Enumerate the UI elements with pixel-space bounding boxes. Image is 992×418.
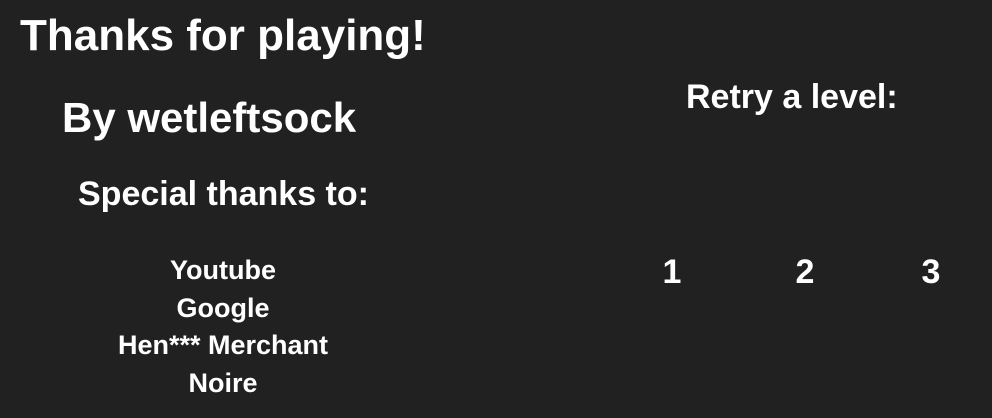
- special-thanks-list: Youtube Google Hen*** Merchant Noire: [82, 252, 364, 402]
- level-1-button[interactable]: 1: [652, 251, 692, 293]
- credit-name-merchant: Hen*** Merchant: [117, 330, 329, 360]
- special-thanks-heading: Special thanks to:: [78, 175, 369, 213]
- credit-name-google: Google: [176, 292, 270, 323]
- credit-name-noire: Noire: [188, 367, 258, 398]
- retry-level-heading: Retry a level:: [686, 78, 898, 116]
- level-2-button[interactable]: 2: [785, 251, 825, 293]
- level-3-button[interactable]: 3: [911, 251, 951, 293]
- end-screen-title: Thanks for playing!: [20, 11, 426, 60]
- credit-name-youtube: Youtube: [170, 255, 276, 285]
- author-credit: By wetleftsock: [62, 94, 357, 141]
